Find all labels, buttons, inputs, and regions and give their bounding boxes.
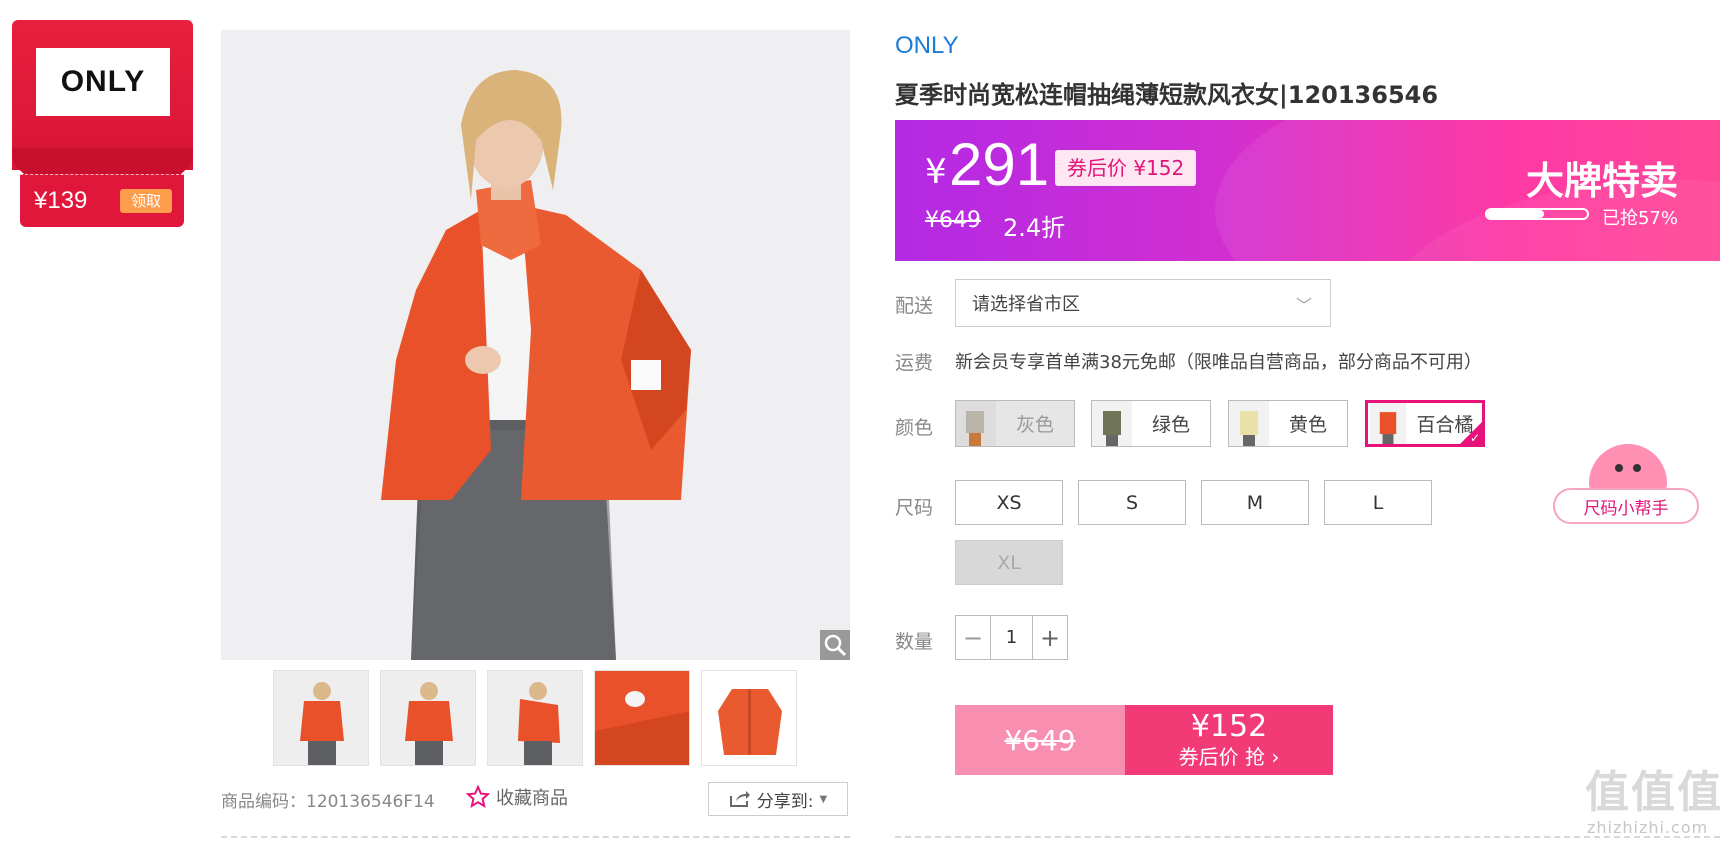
color-option-label: 黄色 xyxy=(1288,414,1327,436)
color-swatch xyxy=(1369,403,1407,444)
color-option-lily-orange[interactable]: 百合橘 ✓ xyxy=(1365,400,1485,447)
size-option-s[interactable]: S xyxy=(1078,480,1186,525)
thumbnail-1[interactable] xyxy=(273,670,369,766)
thumbnail-3[interactable] xyxy=(487,670,583,766)
size-option-xs[interactable]: XS xyxy=(955,480,1063,525)
size-option-xl[interactable]: XL xyxy=(955,540,1063,585)
brand-coupon-price: ¥139 xyxy=(34,187,88,214)
chevron-down-icon: ﹀ xyxy=(1295,296,1312,315)
size-helper-button[interactable]: 尺码小帮手 xyxy=(1553,488,1699,524)
price-banner: ¥ 291 券后价 ¥152 ¥649 2.4折 大牌特卖 已抢57% xyxy=(895,120,1720,261)
coupon-price-tag: 券后价 ¥152 xyxy=(1055,150,1197,186)
quantity-increase-button[interactable]: + xyxy=(1033,616,1067,659)
sold-progress-fill xyxy=(1487,210,1544,218)
brand-badge[interactable]: ONLY ¥139 领取 xyxy=(12,20,193,227)
quantity-stepper[interactable]: − 1 + xyxy=(955,615,1068,660)
size-helper[interactable]: 尺码小帮手 xyxy=(1553,440,1701,526)
buy-action-text: 券后价 抢 › xyxy=(1178,745,1280,769)
share-label: 分享到: xyxy=(756,791,814,812)
share-button[interactable]: 分享到: ▼ xyxy=(708,782,848,816)
check-icon: ✓ xyxy=(1469,431,1480,445)
buy-bar[interactable]: ¥649 ¥152 券后价 抢 › xyxy=(955,705,1333,775)
buy-original-price: ¥649 xyxy=(955,705,1125,775)
quantity-input[interactable]: 1 xyxy=(990,616,1033,659)
buy-button[interactable]: ¥152 券后价 抢 › xyxy=(1125,705,1333,775)
thumbnail-2[interactable] xyxy=(380,670,476,766)
delivery-region-select[interactable]: 请选择省市区 ﹀ xyxy=(955,279,1331,327)
favorite-label: 收藏商品 xyxy=(496,788,568,809)
product-sku: 商品编码：120136546F14 xyxy=(221,792,435,812)
color-option-yellow[interactable]: 黄色 xyxy=(1228,400,1348,447)
brand-coupon[interactable]: ¥139 领取 xyxy=(20,174,184,227)
delivery-label: 配送 xyxy=(895,295,934,317)
delivery-select-value: 请选择省市区 xyxy=(972,294,1080,315)
share-icon xyxy=(729,791,750,807)
thumbnail-5[interactable] xyxy=(701,670,797,766)
size-option-l[interactable]: L xyxy=(1324,480,1432,525)
quantity-label: 数量 xyxy=(895,631,934,653)
site-watermark: 值值值 zhizhizhi.com xyxy=(1585,756,1735,845)
color-swatch xyxy=(1229,401,1269,446)
color-option-gray[interactable]: 灰色 xyxy=(955,400,1075,447)
product-title: 夏季时尚宽松连帽抽绳薄短款风衣女|120136546 xyxy=(895,81,1439,109)
shipping-info: 新会员专享首单满38元免邮（限唯品自营商品，部分商品不可用） xyxy=(955,352,1482,373)
size-option-m[interactable]: M xyxy=(1201,480,1309,525)
divider xyxy=(221,836,850,838)
original-price: ¥649 xyxy=(925,208,981,233)
buy-coupon-price: ¥152 xyxy=(1190,709,1268,744)
star-icon xyxy=(466,785,490,809)
watermark-logo: 值值值 xyxy=(1585,767,1723,818)
color-swatch xyxy=(956,401,996,446)
favorite-link[interactable]: 收藏商品 xyxy=(466,784,568,810)
discount-rate: 2.4折 xyxy=(1003,214,1066,242)
color-option-label: 绿色 xyxy=(1151,414,1190,436)
quantity-decrease-button[interactable]: − xyxy=(956,616,990,659)
size-label: 尺码 xyxy=(895,497,934,519)
color-swatch xyxy=(1092,401,1132,446)
zoom-icon[interactable] xyxy=(820,630,850,660)
color-option-green[interactable]: 绿色 xyxy=(1091,400,1211,447)
current-price: 291 xyxy=(949,131,1050,198)
product-photo xyxy=(221,30,850,660)
chevron-down-icon: ▼ xyxy=(819,793,828,805)
shipping-label: 运费 xyxy=(895,352,934,374)
color-option-label: 灰色 xyxy=(1015,414,1054,436)
currency-symbol: ¥ xyxy=(925,152,947,192)
main-product-image[interactable] xyxy=(221,30,850,660)
brand-logo: ONLY xyxy=(36,48,170,116)
color-label: 颜色 xyxy=(895,417,934,439)
watermark-url: zhizhizhi.com xyxy=(1587,818,1709,837)
sale-title: 大牌特卖 xyxy=(1525,159,1678,203)
brand-link[interactable]: ONLY xyxy=(895,32,959,60)
claim-coupon-button[interactable]: 领取 xyxy=(120,189,172,213)
sold-progress-text: 已抢57% xyxy=(1601,208,1678,229)
thumbnail-4[interactable] xyxy=(594,670,690,766)
mascot-icon xyxy=(1589,444,1667,494)
sold-progress-bar xyxy=(1485,208,1589,220)
